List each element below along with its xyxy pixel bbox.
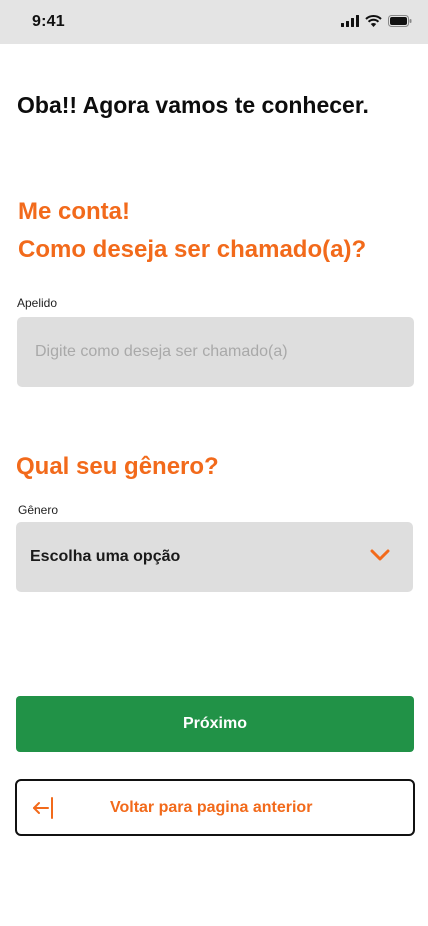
arrow-left-icon	[33, 797, 53, 819]
wifi-icon	[365, 15, 382, 27]
nickname-label: Apelido	[17, 296, 58, 310]
gender-label: Gênero	[18, 503, 59, 517]
back-button[interactable]: Voltar para pagina anterior	[15, 779, 415, 836]
back-button-label: Voltar para pagina anterior	[110, 799, 313, 816]
status-bar: 9:41	[0, 0, 428, 44]
nickname-title-line2: Como deseja ser chamado(a)?	[18, 236, 367, 263]
battery-icon	[388, 15, 412, 27]
next-button[interactable]: Próximo	[16, 696, 414, 752]
page-heading: Oba!! Agora vamos te conhecer.	[17, 92, 369, 118]
status-time: 9:41	[32, 13, 65, 30]
gender-select[interactable]: Escolha uma opção	[16, 522, 413, 592]
signal-icon	[341, 15, 359, 27]
gender-title: Qual seu gênero?	[16, 453, 219, 480]
chevron-down-icon	[370, 549, 390, 561]
status-icons	[341, 15, 412, 27]
nickname-title-line1: Me conta!	[18, 198, 131, 225]
nickname-input[interactable]	[17, 317, 414, 387]
gender-select-value: Escolha uma opção	[30, 548, 181, 565]
